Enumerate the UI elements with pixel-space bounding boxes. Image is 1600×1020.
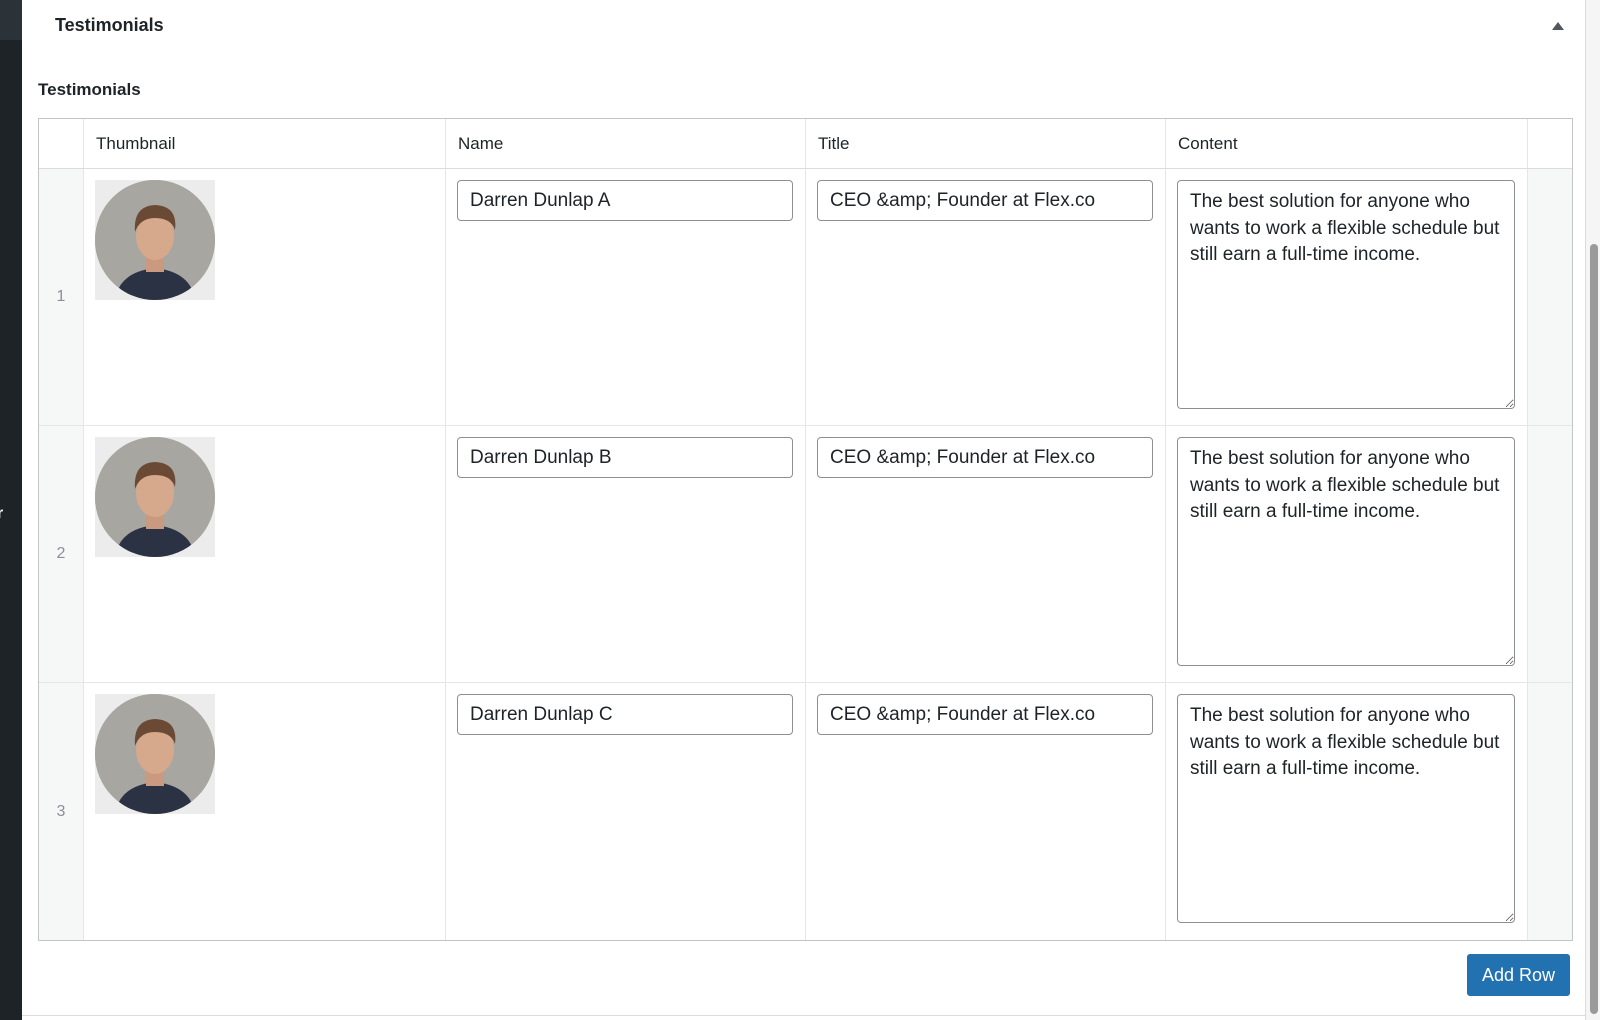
thumbnail-image[interactable] [95, 437, 215, 557]
panel-bottom-divider [22, 1015, 1585, 1016]
table-row: 1 The best solution for an [39, 169, 1572, 426]
portrait-icon [95, 437, 215, 557]
table-row: 2 The best solution for an [39, 426, 1572, 683]
table-row: 3 The best solution for an [39, 683, 1572, 940]
panel-title: Testimonials [55, 15, 164, 35]
row-actions-cell[interactable] [1528, 683, 1572, 940]
header-order-cell [39, 119, 84, 168]
name-input[interactable] [457, 694, 793, 735]
content-textarea[interactable]: The best solution for anyone who wants t… [1177, 180, 1515, 409]
column-header-name: Name [446, 119, 806, 168]
content-cell: The best solution for anyone who wants t… [1166, 426, 1528, 682]
title-cell [806, 426, 1166, 682]
sidebar-clipped-label: r [0, 505, 4, 522]
table-header: Thumbnail Name Title Content [39, 119, 1572, 169]
sidebar-active-tab[interactable] [0, 0, 22, 40]
title-cell [806, 169, 1166, 425]
row-order-handle[interactable]: 1 [39, 169, 84, 425]
thumbnail-cell [84, 426, 446, 682]
avatar [95, 180, 215, 300]
column-header-content: Content [1166, 119, 1528, 168]
panel-header[interactable]: Testimonials [22, 0, 1585, 52]
name-cell [446, 426, 806, 682]
thumbnail-cell [84, 169, 446, 425]
title-cell [806, 683, 1166, 940]
column-header-title: Title [806, 119, 1166, 168]
row-order-handle[interactable]: 3 [39, 683, 84, 940]
portrait-icon [95, 694, 215, 814]
title-input[interactable] [817, 180, 1153, 221]
content-textarea[interactable]: The best solution for anyone who wants t… [1177, 437, 1515, 666]
header-actions-cell [1528, 119, 1572, 168]
portrait-icon [95, 180, 215, 300]
thumbnail-cell [84, 683, 446, 940]
thumbnail-image[interactable] [95, 180, 215, 300]
admin-sidebar: r [0, 0, 22, 1020]
name-input[interactable] [457, 180, 793, 221]
repeater-table: Thumbnail Name Title Content 1 Darren Du… [38, 118, 1573, 941]
thumbnail-image[interactable] [95, 694, 215, 814]
avatar [95, 694, 215, 814]
column-header-thumbnail: Thumbnail [84, 119, 446, 168]
title-input[interactable] [817, 437, 1153, 478]
content-cell: The best solution for anyone who wants t… [1166, 683, 1528, 940]
field-label: Testimonials [38, 80, 141, 99]
avatar [95, 437, 215, 557]
row-actions-cell[interactable] [1528, 169, 1572, 425]
content-cell: The best solution for anyone who wants t… [1166, 169, 1528, 425]
name-cell [446, 683, 806, 940]
content-textarea[interactable]: The best solution for anyone who wants t… [1177, 694, 1515, 923]
collapse-toggle-icon[interactable] [1550, 18, 1566, 34]
scrollbar[interactable] [1586, 0, 1600, 1020]
name-cell [446, 169, 806, 425]
title-input[interactable] [817, 694, 1153, 735]
row-order-handle[interactable]: 2 [39, 426, 84, 682]
scrollbar-thumb[interactable] [1590, 244, 1598, 1014]
row-actions-cell[interactable] [1528, 426, 1572, 682]
name-input[interactable] [457, 437, 793, 478]
add-row-button[interactable]: Add Row [1467, 954, 1570, 996]
